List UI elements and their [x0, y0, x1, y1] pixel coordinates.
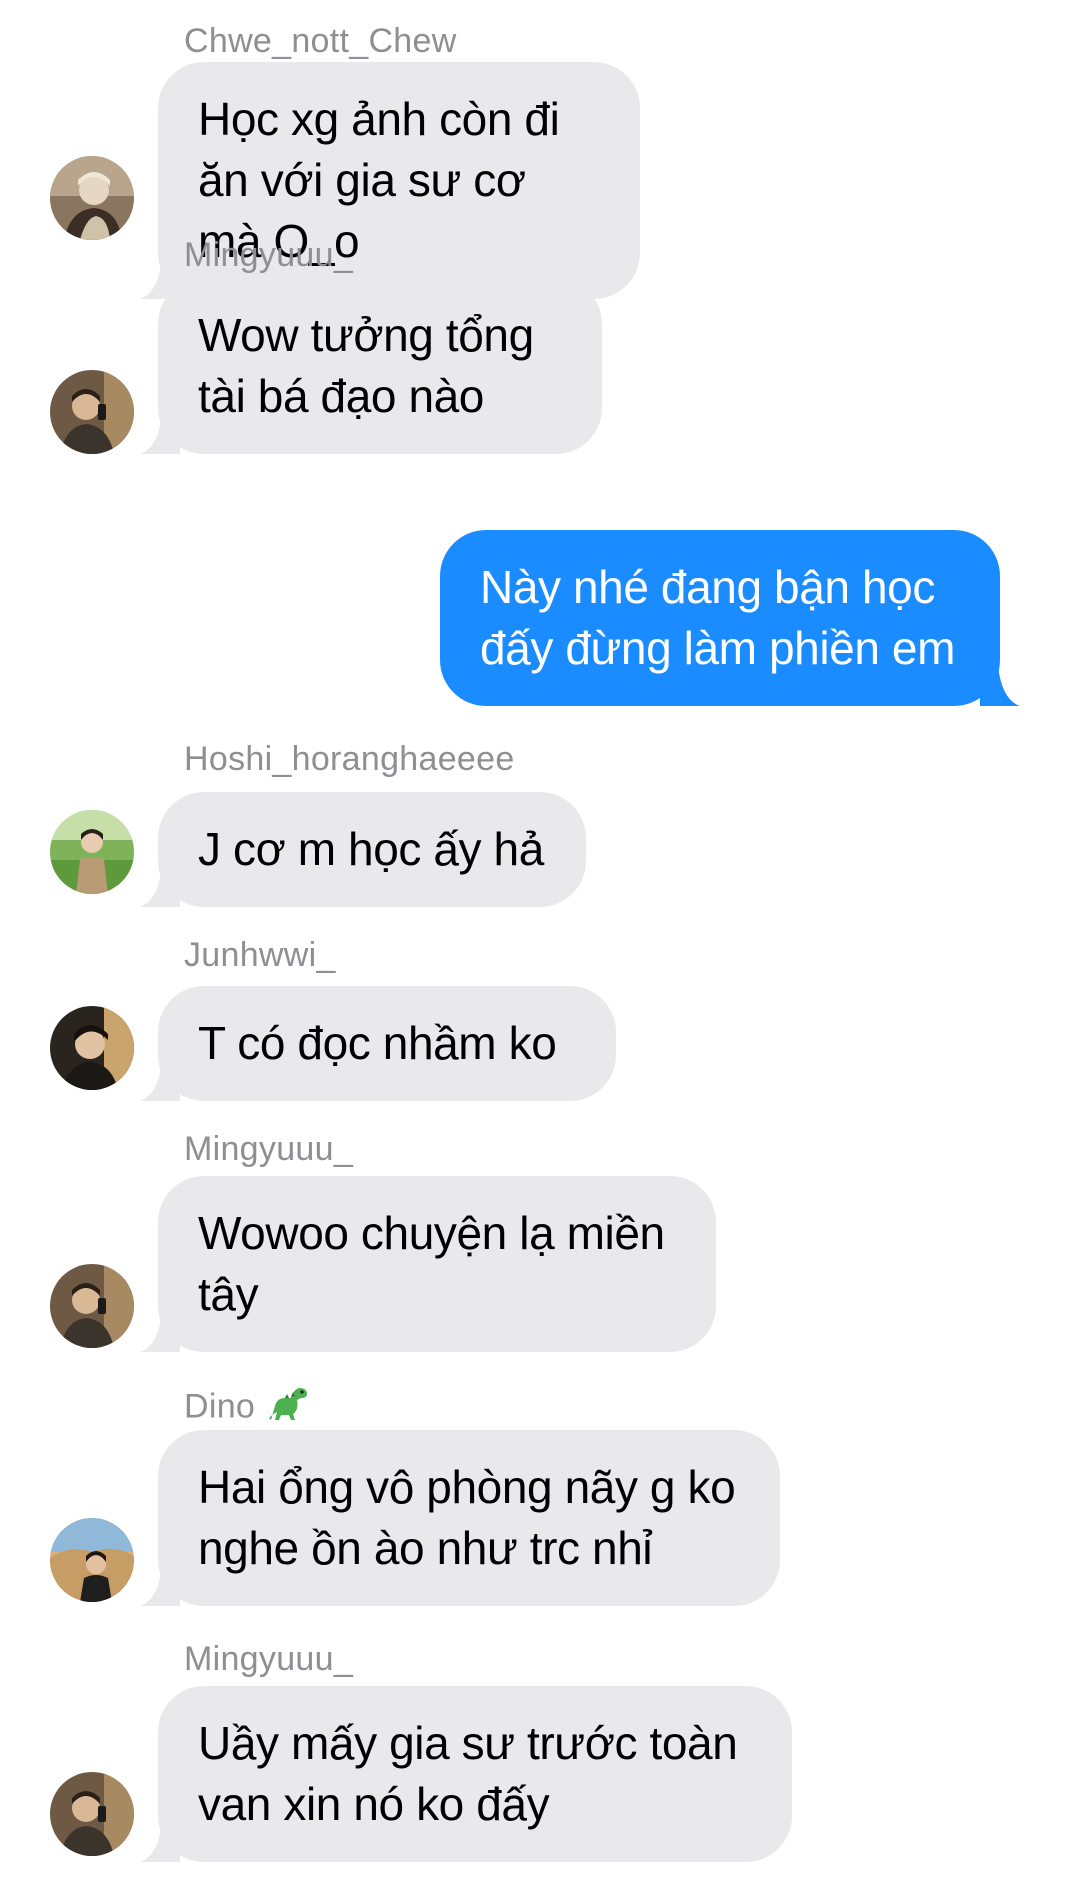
- message-bubble[interactable]: Wowoo chuyện lạ miền tây: [140, 1176, 716, 1352]
- sender-name-text: Dino: [184, 1387, 256, 1426]
- message-text: J cơ m học ấy hả: [198, 823, 544, 875]
- message-bubble[interactable]: Uầy mấy gia sư trước toàn van xin nó ko …: [140, 1686, 792, 1862]
- message-text: Này nhé đang bận học đấy đừng làm phiền …: [480, 561, 956, 674]
- message-bubble[interactable]: Hai ổng vô phòng nãy g ko nghe ồn ào như…: [140, 1430, 780, 1606]
- dinosaur-emoji-icon: [265, 1384, 309, 1433]
- sender-name: Mingyuuu_: [184, 1130, 354, 1168]
- sender-name: Mingyuuu_: [184, 236, 354, 274]
- outgoing-message-bubble[interactable]: Này nhé đang bận học đấy đừng làm phiền …: [440, 530, 1020, 706]
- avatar-dino[interactable]: [50, 1518, 134, 1602]
- avatar-junhwi[interactable]: [50, 1006, 134, 1090]
- sender-name: Junhwwi_: [184, 936, 336, 974]
- message-text: T có đọc nhầm ko: [198, 1017, 557, 1069]
- message-bubble[interactable]: Wow tưởng tổng tài bá đạo nào: [140, 278, 602, 454]
- avatar-mingyu[interactable]: [50, 1772, 134, 1856]
- avatar-mingyu[interactable]: [50, 370, 134, 454]
- sender-name: Dino: [184, 1384, 309, 1433]
- message-bubble[interactable]: J cơ m học ấy hả: [140, 792, 586, 907]
- avatar-mingyu[interactable]: [50, 1264, 134, 1348]
- message-text: Hai ổng vô phòng nãy g ko nghe ồn ào như…: [198, 1461, 736, 1574]
- sender-name: Hoshi_horanghaeeee: [184, 740, 515, 778]
- chat-transcript: Chwe_nott_Chew Học xg ảnh còn đi ăn với …: [0, 0, 1080, 1878]
- message-text: Wowoo chuyện lạ miền tây: [198, 1207, 665, 1320]
- avatar-hoshi[interactable]: [50, 810, 134, 894]
- message-text: Wow tưởng tổng tài bá đạo nào: [198, 309, 534, 422]
- sender-name: Chwe_nott_Chew: [184, 22, 457, 60]
- sender-name: Mingyuuu_: [184, 1640, 354, 1678]
- message-bubble[interactable]: T có đọc nhầm ko: [140, 986, 616, 1101]
- message-text: Uầy mấy gia sư trước toàn van xin nó ko …: [198, 1717, 738, 1830]
- avatar-chwe[interactable]: [50, 156, 134, 240]
